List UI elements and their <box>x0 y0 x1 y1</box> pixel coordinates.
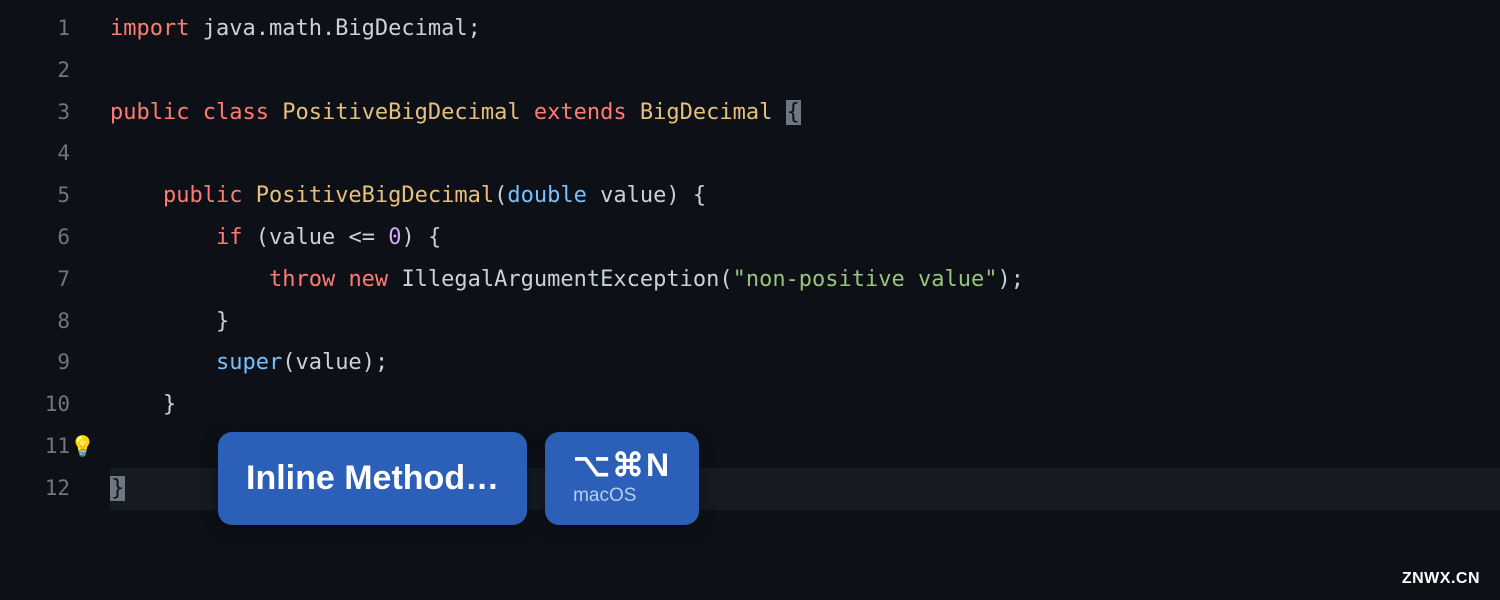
variable: value <box>269 225 335 250</box>
operator: <= <box>348 225 375 250</box>
rparen: ) <box>666 183 679 208</box>
keyword-public: public <box>163 183 242 208</box>
lightbulb-icon[interactable]: 💡 <box>70 426 95 468</box>
param-name: value <box>600 183 666 208</box>
code-line[interactable]: import java.math.BigDecimal; <box>110 8 1500 50</box>
shortcut-os: macOS <box>573 485 671 507</box>
line-number: 2 <box>0 50 70 92</box>
keyword-import: import <box>110 16 189 41</box>
keyword-if: if <box>216 225 243 250</box>
rbrace: } <box>216 309 229 334</box>
cursor: { <box>786 100 801 125</box>
code-line[interactable]: if (value <= 0) { <box>110 217 1500 259</box>
rbrace: } <box>163 392 176 417</box>
lbrace: { <box>428 225 441 250</box>
keyword-class: class <box>203 100 269 125</box>
shortcut-card: ⌥⌘N macOS <box>545 432 699 525</box>
exception-type: IllegalArgumentException <box>401 267 719 292</box>
class-name: PositiveBigDecimal <box>282 100 520 125</box>
line-number: 9 <box>0 342 70 384</box>
lparen: ( <box>282 350 295 375</box>
keyword-super: super <box>216 350 282 375</box>
code-line-blank[interactable] <box>110 133 1500 175</box>
code-line[interactable]: } <box>110 384 1500 426</box>
watermark: ZNWX.CN <box>1402 570 1480 588</box>
keyword-public: public <box>110 100 189 125</box>
semicolon: ; <box>1011 267 1024 292</box>
line-number: 3 <box>0 92 70 134</box>
shortcut-keys: ⌥⌘N <box>573 448 671 483</box>
line-number: 6 <box>0 217 70 259</box>
keyword-extends: extends <box>534 100 627 125</box>
code-line-blank[interactable] <box>110 50 1500 92</box>
rparen: ) <box>362 350 375 375</box>
line-number: 11 <box>0 426 70 468</box>
lbrace: { <box>693 183 706 208</box>
line-number-gutter: 1 2 3 4 5 6 7 8 9 10 11 12 <box>0 0 110 600</box>
rparen: ) <box>401 225 414 250</box>
code-line[interactable]: super(value); <box>110 342 1500 384</box>
constructor-name: PositiveBigDecimal <box>256 183 494 208</box>
line-number: 5 <box>0 175 70 217</box>
string-literal: "non-positive value" <box>733 267 998 292</box>
lparen: ( <box>494 183 507 208</box>
line-number: 1 <box>0 8 70 50</box>
base-class: BigDecimal <box>640 100 772 125</box>
cursor: } <box>110 476 125 501</box>
line-number: 10 <box>0 384 70 426</box>
package-path: java.math.BigDecimal <box>203 16 468 41</box>
action-label: Inline Method… <box>246 459 499 497</box>
line-number: 4 <box>0 133 70 175</box>
code-line[interactable]: throw new IllegalArgumentException("non-… <box>110 259 1500 301</box>
semicolon: ; <box>468 16 481 41</box>
keyword-throw: throw <box>269 267 335 292</box>
lparen: ( <box>256 225 269 250</box>
rparen: ) <box>997 267 1010 292</box>
keyword-new: new <box>348 267 388 292</box>
code-line[interactable]: public PositiveBigDecimal(double value) … <box>110 175 1500 217</box>
lparen: ( <box>719 267 732 292</box>
keyword-double: double <box>507 183 586 208</box>
line-number: 7 <box>0 259 70 301</box>
code-line[interactable]: } <box>110 301 1500 343</box>
action-hint-popup: Inline Method… ⌥⌘N macOS <box>218 432 699 525</box>
code-line[interactable]: public class PositiveBigDecimal extends … <box>110 92 1500 134</box>
action-name-card[interactable]: Inline Method… <box>218 432 527 525</box>
line-number: 8 <box>0 301 70 343</box>
line-number: 12 <box>0 468 70 510</box>
argument: value <box>295 350 361 375</box>
semicolon: ; <box>375 350 388 375</box>
number-literal: 0 <box>388 225 401 250</box>
